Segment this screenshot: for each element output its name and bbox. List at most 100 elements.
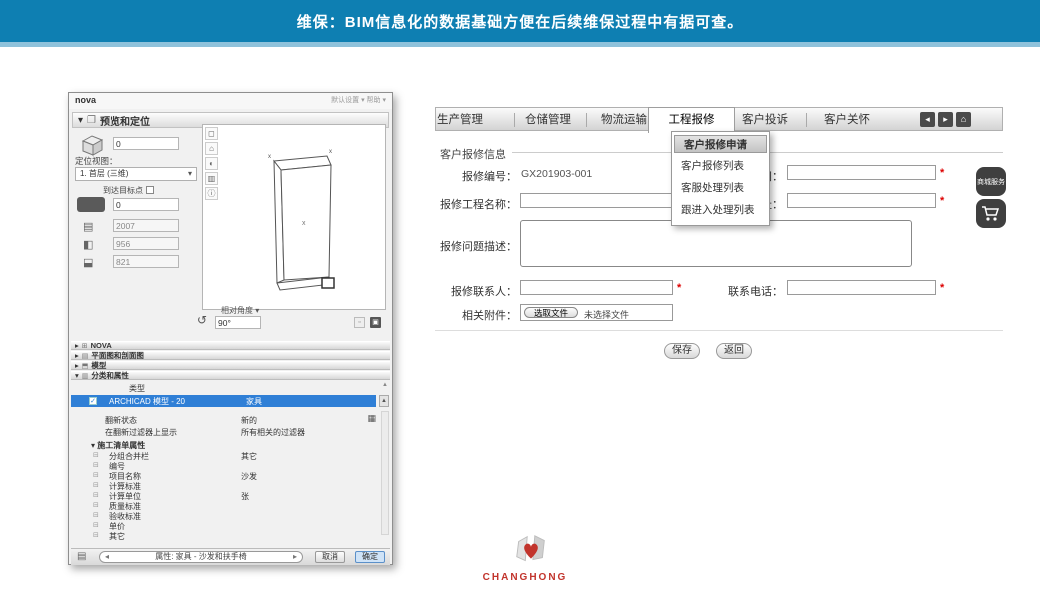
width-dimension-icon: ▤ <box>83 220 93 233</box>
form-divider <box>435 330 1003 331</box>
library-path-combo[interactable]: ◂ 属性: 家具 - 沙发和扶手椅 ▸ <box>99 551 303 563</box>
save-button[interactable]: 保存 <box>664 343 700 359</box>
shopping-cart-badge[interactable] <box>976 199 1006 228</box>
item-value[interactable]: 沙发 <box>241 471 257 482</box>
sofa-wireframe: x x x <box>203 125 387 309</box>
tab-customer-care[interactable]: 客户关怀 <box>811 108 883 132</box>
menu-item-repair-list[interactable]: 客户报修列表 <box>672 155 769 177</box>
shaded-mode-icon[interactable]: ▣ <box>370 317 381 328</box>
nav-home-icon[interactable]: ⌂ <box>956 112 971 127</box>
nav-forward-icon[interactable]: ▸ <box>938 112 953 127</box>
section-plan-section[interactable]: ▸▤ 平面图和剖面图 <box>71 351 390 360</box>
nova-titlebar-menu[interactable]: 默认设置 ▾ 帮助 ▾ <box>331 95 386 107</box>
ok-button[interactable]: 确定 <box>355 551 385 563</box>
tab-separator <box>514 113 515 127</box>
display-mode-icon[interactable]: ▫ <box>354 317 365 328</box>
browser-icon[interactable]: ▤ <box>77 551 86 562</box>
item-icon: ⊟ <box>93 471 99 479</box>
renovation-status-icon[interactable]: ▦ <box>367 413 376 424</box>
orbit-icon[interactable]: ◐ <box>205 157 218 170</box>
problem-desc-textarea[interactable] <box>520 220 912 267</box>
combo-left-arrow-icon: ◂ <box>105 552 109 562</box>
required-asterisk: * <box>940 195 944 207</box>
rotate-icon[interactable]: ↺ <box>197 313 207 327</box>
project-addr-input[interactable] <box>787 193 936 208</box>
section-nova-label: NOVA <box>91 341 112 350</box>
item-value[interactable]: 其它 <box>241 451 257 462</box>
view-select[interactable]: 1. 首层 (三维) ▾ <box>75 167 197 181</box>
rotation-input[interactable] <box>113 137 179 150</box>
portal-tabbar: 生产管理 仓储管理 物流运输 工程报修 客户投诉 客户关怀 ◂ ▸ ⌂ <box>435 107 1003 131</box>
tab-logistics[interactable]: 物流运输 <box>596 108 652 132</box>
file-status-text: 未选择文件 <box>584 308 629 321</box>
info-icon[interactable]: ⓘ <box>205 187 218 200</box>
chevron-right-icon: ▸ <box>75 361 79 370</box>
form-section-title: 客户报修信息 <box>440 146 506 162</box>
nova-window-title: nova <box>75 95 96 107</box>
menu-item-followup-list[interactable]: 跟进入处理列表 <box>672 199 769 221</box>
anchor-icon <box>77 197 105 212</box>
preview-viewport[interactable]: ◻ ⌂ ◐ ▥ ⓘ x x x <box>202 124 386 310</box>
changhong-brand-text: CHANGHONG <box>455 572 595 583</box>
tab-warehouse[interactable]: 仓储管理 <box>524 108 572 132</box>
selected-type-row[interactable]: ✓ ARCHICAD 模型 - 20 家具 <box>71 395 376 407</box>
choose-file-button[interactable]: 选取文件 <box>524 307 578 318</box>
tab-production[interactable]: 生产管理 <box>436 108 484 132</box>
list-scrollbar[interactable] <box>381 411 389 535</box>
tab-complaints[interactable]: 客户投诉 <box>729 108 801 132</box>
section-icon[interactable]: ▥ <box>205 172 218 185</box>
prop-value[interactable]: 所有相关的过滤器 <box>241 427 305 438</box>
finish-time-input[interactable] <box>787 165 936 180</box>
mall-service-badge[interactable]: 商城服务 <box>976 167 1006 196</box>
section-categories[interactable]: ▾▥ 分类和属性 <box>71 371 390 380</box>
section-plan-icon: ▤ <box>82 352 89 360</box>
row-spinner-button[interactable]: ▲ <box>379 395 389 407</box>
item-icon: ⊟ <box>93 481 99 489</box>
selected-type-category: 家具 <box>246 396 262 407</box>
cube-icon <box>77 133 107 157</box>
type-checkbox[interactable]: ✓ <box>89 397 97 405</box>
phone-input[interactable] <box>787 280 936 295</box>
section-categories-label: 分类和属性 <box>91 370 129 381</box>
menu-item-repair-apply[interactable]: 客户报修申请 <box>674 135 767 153</box>
repair-no-label: 报修编号： <box>417 168 517 184</box>
panel-header-label: 预览和定位 <box>100 113 150 128</box>
contact-input[interactable] <box>520 280 673 295</box>
marquee-icon[interactable]: ◻ <box>205 127 218 140</box>
mall-service-badge-text: 商城服务 <box>977 177 1005 187</box>
svg-text:x: x <box>302 220 306 227</box>
item-icon: ⊟ <box>93 521 99 529</box>
depth-field[interactable] <box>113 237 179 250</box>
nova-titlebar: nova 默认设置 ▾ 帮助 ▾ <box>69 93 392 109</box>
nav-back-icon[interactable]: ◂ <box>920 112 935 127</box>
chevron-right-icon: ▸ <box>75 341 79 350</box>
item-icon: ⊟ <box>93 461 99 469</box>
offset-input[interactable] <box>113 198 179 211</box>
back-button[interactable]: 返回 <box>716 343 752 359</box>
width-field[interactable] <box>113 219 179 232</box>
type-column-header: 类型 <box>129 383 145 394</box>
file-input-box: 选取文件 未选择文件 <box>520 304 673 321</box>
angle-mode-label[interactable]: 相对角度 ▾ <box>221 305 259 316</box>
section-nova[interactable]: ▸⊞ NOVA <box>71 341 390 350</box>
required-asterisk: * <box>677 282 681 294</box>
prop-label: 在翻新过滤器上显示 <box>105 427 177 438</box>
tab-engineering-repair[interactable]: 工程报修 <box>648 107 735 133</box>
prop-value[interactable]: 新的 <box>241 415 257 426</box>
height-field[interactable] <box>113 255 179 268</box>
problem-desc-label: 报修问题描述： <box>417 238 517 254</box>
view-rotation-input[interactable] <box>215 316 261 329</box>
home-view-icon[interactable]: ⌂ <box>205 142 218 155</box>
section-model[interactable]: ▸⬒ 模型 <box>71 361 390 370</box>
panel-icon: ❐ <box>87 115 96 126</box>
target-point-checkbox[interactable] <box>146 186 154 194</box>
menu-item-service-list[interactable]: 客服处理列表 <box>672 177 769 199</box>
depth-dimension-icon: ◧ <box>83 238 93 251</box>
cancel-button[interactable]: 取消 <box>315 551 345 563</box>
tab-separator <box>806 113 807 127</box>
scroll-up-icon[interactable]: ▲ <box>382 382 388 388</box>
tab-separator <box>586 113 587 127</box>
subsection-header[interactable]: ▾ 施工清单属性 <box>91 440 145 451</box>
project-name-input[interactable] <box>520 193 673 208</box>
item-value[interactable]: 张 <box>241 491 249 502</box>
